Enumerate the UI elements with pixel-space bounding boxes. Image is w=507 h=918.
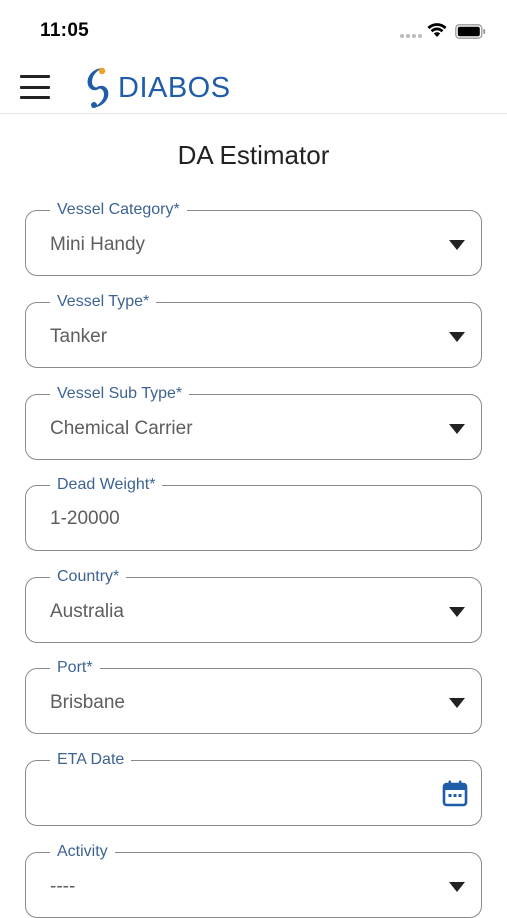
status-time: 11:05 [40, 20, 90, 41]
vessel-sub-type-dropdown[interactable]: Vessel Sub Type* Chemical Carrier [25, 384, 482, 460]
field-value: Chemical Carrier [50, 418, 193, 439]
hamburger-menu-icon[interactable] [18, 72, 52, 102]
field-value: Tanker [50, 326, 108, 347]
diabos-logo: DIABOS [80, 65, 231, 111]
port-dropdown[interactable]: Port* Brisbane [25, 658, 482, 734]
activity-dropdown[interactable]: Activity ---- [25, 842, 482, 918]
field-value: Mini Handy [50, 234, 146, 255]
field-label: Port* [50, 658, 100, 678]
logo-text: DIABOS [118, 71, 231, 104]
field-label: Country* [50, 567, 127, 587]
field-value: 1-20000 [50, 508, 120, 529]
dropdown-arrow-icon[interactable] [449, 882, 465, 892]
logo-mark-icon [87, 67, 109, 108]
app-header: DIABOS [0, 62, 507, 114]
cellular-signal-icon [400, 34, 422, 38]
field-value: ---- [50, 876, 76, 897]
vessel-type-dropdown[interactable]: Vessel Type* Tanker [25, 292, 482, 368]
field-label: Vessel Type* [50, 292, 157, 312]
page-title: DA Estimator [177, 140, 330, 170]
field-value: Australia [50, 601, 124, 622]
field-label: ETA Date [50, 750, 132, 770]
battery-icon [455, 24, 486, 39]
field-value: Brisbane [50, 692, 125, 713]
field-label: Dead Weight* [50, 475, 163, 495]
vessel-category-dropdown[interactable]: Vessel Category* Mini Handy [25, 200, 482, 276]
dropdown-arrow-icon[interactable] [449, 607, 465, 617]
field-label: Vessel Category* [50, 200, 187, 220]
country-dropdown[interactable]: Country* Australia [25, 567, 482, 643]
status-bar: 11:05 [0, 0, 507, 62]
dropdown-arrow-icon[interactable] [449, 332, 465, 342]
eta-date-field[interactable]: ETA Date [25, 750, 482, 826]
dropdown-arrow-icon[interactable] [449, 240, 465, 250]
dropdown-arrow-icon[interactable] [449, 424, 465, 434]
wifi-icon [427, 23, 447, 37]
dead-weight-field[interactable]: Dead Weight* 1-20000 [25, 475, 482, 551]
dropdown-arrow-icon[interactable] [449, 698, 465, 708]
field-label: Vessel Sub Type* [50, 384, 190, 404]
calendar-icon[interactable] [442, 780, 468, 807]
field-label: Activity [50, 842, 115, 862]
